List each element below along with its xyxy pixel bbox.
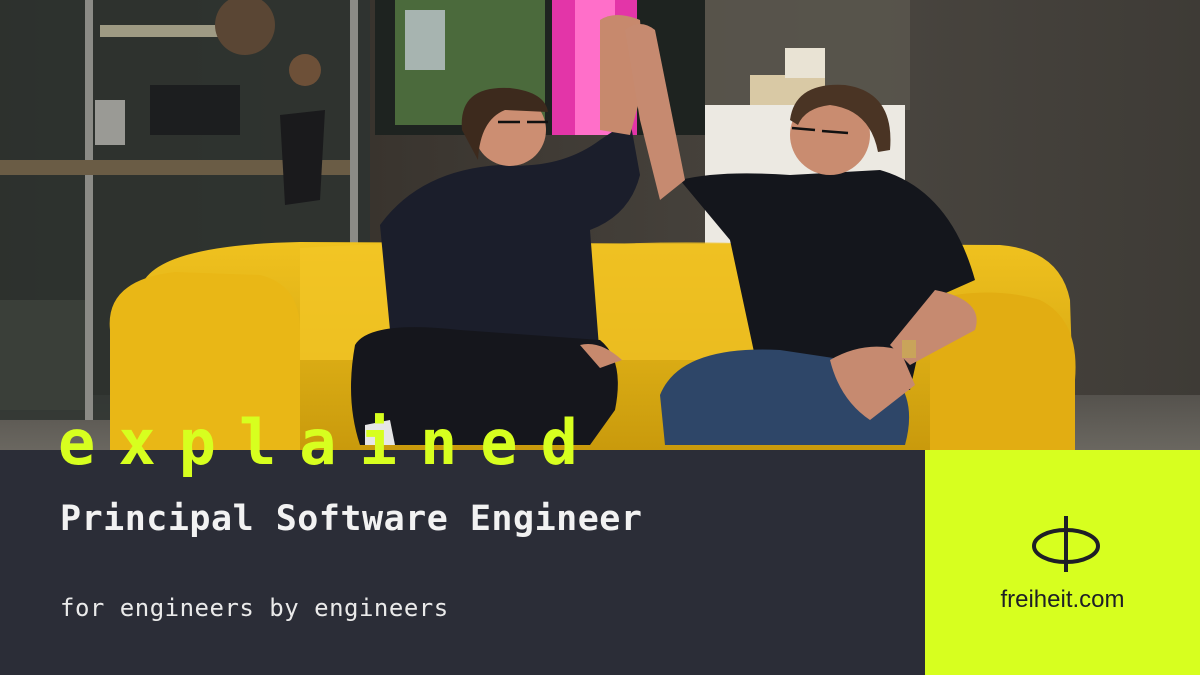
brand-name: freiheit.com (1000, 586, 1125, 613)
tagline: for engineers by engineers (60, 594, 449, 622)
title-banner (0, 450, 925, 675)
video-thumbnail: explained Principal Software Engineer fo… (0, 0, 1200, 675)
photo-illustration (0, 0, 1200, 450)
headline-explained: explained (58, 406, 601, 479)
job-title: Principal Software Engineer (60, 499, 643, 539)
freiheit-logo-icon (1032, 516, 1100, 572)
photo-background (0, 0, 1200, 450)
